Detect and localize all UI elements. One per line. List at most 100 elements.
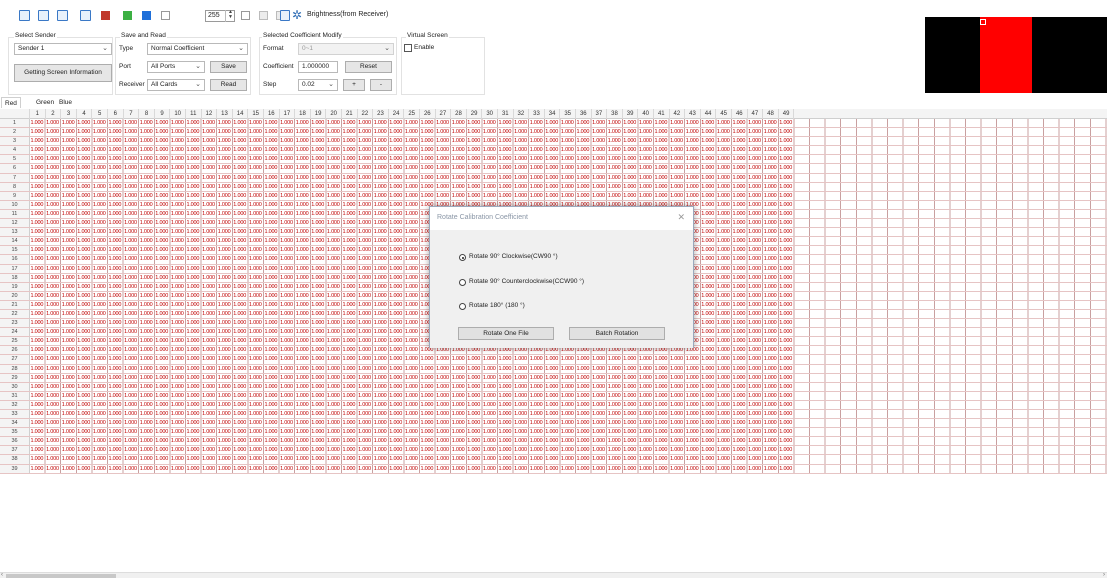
table-cell[interactable]: 1.000 xyxy=(343,301,356,310)
table-cell[interactable]: 1.000 xyxy=(202,337,215,346)
table-cell[interactable]: 1.000 xyxy=(733,337,746,346)
table-cell[interactable]: 1.000 xyxy=(686,155,699,164)
table-cell[interactable]: 1.000 xyxy=(670,383,683,392)
table-cell[interactable]: 1.000 xyxy=(77,164,90,173)
table-cell[interactable]: 1.000 xyxy=(733,292,746,301)
table-cell[interactable]: 1.000 xyxy=(733,310,746,319)
table-cell[interactable]: 1.000 xyxy=(436,410,449,419)
table-cell[interactable]: 1.000 xyxy=(733,428,746,437)
table-cell[interactable]: 1.000 xyxy=(155,292,168,301)
table-cell[interactable]: 1.000 xyxy=(779,283,792,292)
table-cell[interactable]: 1.000 xyxy=(327,410,340,419)
table-cell[interactable]: 1.000 xyxy=(62,292,75,301)
table-cell[interactable]: 1.000 xyxy=(171,237,184,246)
table-cell[interactable]: 1.000 xyxy=(389,274,402,283)
table-cell[interactable]: 1.000 xyxy=(717,201,730,210)
table-cell[interactable]: 1.000 xyxy=(187,174,200,183)
table-cell[interactable]: 1.000 xyxy=(764,365,777,374)
table-cell[interactable]: 1.000 xyxy=(296,228,309,237)
table-cell[interactable]: 1.000 xyxy=(717,155,730,164)
table-cell[interactable]: 1.000 xyxy=(655,383,668,392)
table-cell[interactable]: 1.000 xyxy=(514,164,527,173)
table-cell[interactable]: 1.000 xyxy=(218,428,231,437)
table-cell[interactable]: 1.000 xyxy=(124,383,137,392)
table-cell[interactable]: 1.000 xyxy=(343,365,356,374)
table-cell[interactable]: 1.000 xyxy=(608,465,621,474)
table-cell[interactable]: 1.000 xyxy=(483,137,496,146)
table-cell[interactable]: 1.000 xyxy=(233,337,246,346)
table-cell[interactable]: 1.000 xyxy=(109,164,122,173)
table-cell[interactable]: 1.000 xyxy=(202,155,215,164)
table-cell[interactable]: 1.000 xyxy=(31,337,44,346)
table-cell[interactable]: 1.000 xyxy=(483,192,496,201)
scroll-right-icon[interactable]: › xyxy=(1103,572,1105,578)
table-cell[interactable]: 1.000 xyxy=(436,374,449,383)
table-cell[interactable]: 1.000 xyxy=(530,164,543,173)
table-cell[interactable]: 1.000 xyxy=(171,128,184,137)
table-cell[interactable]: 1.000 xyxy=(93,383,106,392)
table-cell[interactable]: 1.000 xyxy=(171,219,184,228)
table-cell[interactable]: 1.000 xyxy=(77,192,90,201)
table-cell[interactable]: 1.000 xyxy=(155,374,168,383)
column-header-cell[interactable]: 37 xyxy=(592,109,608,119)
table-cell[interactable]: 1.000 xyxy=(452,428,465,437)
table-cell[interactable]: 1.000 xyxy=(561,355,574,364)
row-header[interactable]: 34 xyxy=(0,419,30,428)
table-cell[interactable]: 1.000 xyxy=(31,365,44,374)
table-cell[interactable]: 1.000 xyxy=(452,355,465,364)
table-cell[interactable]: 1.000 xyxy=(545,455,558,464)
table-cell[interactable]: 1.000 xyxy=(764,201,777,210)
table-cell[interactable]: 1.000 xyxy=(249,446,262,455)
table-cell[interactable]: 1.000 xyxy=(31,401,44,410)
row-header[interactable]: 38 xyxy=(0,455,30,464)
table-cell[interactable]: 1.000 xyxy=(670,401,683,410)
table-cell[interactable]: 1.000 xyxy=(296,392,309,401)
column-header-cell[interactable]: 33 xyxy=(529,109,545,119)
table-cell[interactable]: 1.000 xyxy=(701,319,714,328)
table-cell[interactable]: 1.000 xyxy=(93,428,106,437)
table-cell[interactable]: 1.000 xyxy=(374,192,387,201)
table-cell[interactable]: 1.000 xyxy=(280,346,293,355)
table-cell[interactable]: 1.000 xyxy=(483,174,496,183)
open-file-icon[interactable] xyxy=(19,10,30,21)
table-cell[interactable]: 1.000 xyxy=(296,346,309,355)
table-cell[interactable]: 1.000 xyxy=(421,437,434,446)
table-cell[interactable]: 1.000 xyxy=(405,274,418,283)
table-cell[interactable]: 1.000 xyxy=(608,401,621,410)
table-cell[interactable]: 1.000 xyxy=(202,183,215,192)
table-cell[interactable]: 1.000 xyxy=(670,446,683,455)
table-cell[interactable]: 1.000 xyxy=(62,155,75,164)
table-cell[interactable]: 1.000 xyxy=(155,301,168,310)
table-cell[interactable]: 1.000 xyxy=(655,174,668,183)
row-header[interactable]: 5 xyxy=(0,155,30,164)
table-cell[interactable]: 1.000 xyxy=(779,228,792,237)
table-cell[interactable]: 1.000 xyxy=(93,346,106,355)
table-cell[interactable]: 1.000 xyxy=(202,437,215,446)
column-header-cell[interactable]: 27 xyxy=(436,109,452,119)
table-cell[interactable]: 1.000 xyxy=(389,465,402,474)
table-cell[interactable]: 1.000 xyxy=(327,419,340,428)
table-cell[interactable]: 1.000 xyxy=(748,265,761,274)
table-cell[interactable]: 1.000 xyxy=(545,419,558,428)
table-cell[interactable]: 1.000 xyxy=(701,174,714,183)
table-cell[interactable]: 1.000 xyxy=(124,392,137,401)
table-cell[interactable]: 1.000 xyxy=(436,419,449,428)
table-cell[interactable]: 1.000 xyxy=(779,128,792,137)
table-cell[interactable]: 1.000 xyxy=(327,255,340,264)
table-cell[interactable]: 1.000 xyxy=(779,319,792,328)
table-cell[interactable]: 1.000 xyxy=(499,365,512,374)
table-cell[interactable]: 1.000 xyxy=(31,355,44,364)
table-cell[interactable]: 1.000 xyxy=(46,301,59,310)
table-cell[interactable]: 1.000 xyxy=(140,283,153,292)
table-cell[interactable]: 1.000 xyxy=(343,183,356,192)
table-cell[interactable]: 1.000 xyxy=(389,183,402,192)
table-cell[interactable]: 1.000 xyxy=(46,465,59,474)
table-cell[interactable]: 1.000 xyxy=(561,465,574,474)
table-cell[interactable]: 1.000 xyxy=(31,383,44,392)
table-cell[interactable]: 1.000 xyxy=(296,183,309,192)
table-cell[interactable]: 1.000 xyxy=(343,328,356,337)
table-cell[interactable]: 1.000 xyxy=(779,183,792,192)
table-cell[interactable]: 1.000 xyxy=(577,455,590,464)
table-cell[interactable]: 1.000 xyxy=(249,410,262,419)
table-cell[interactable]: 1.000 xyxy=(124,410,137,419)
